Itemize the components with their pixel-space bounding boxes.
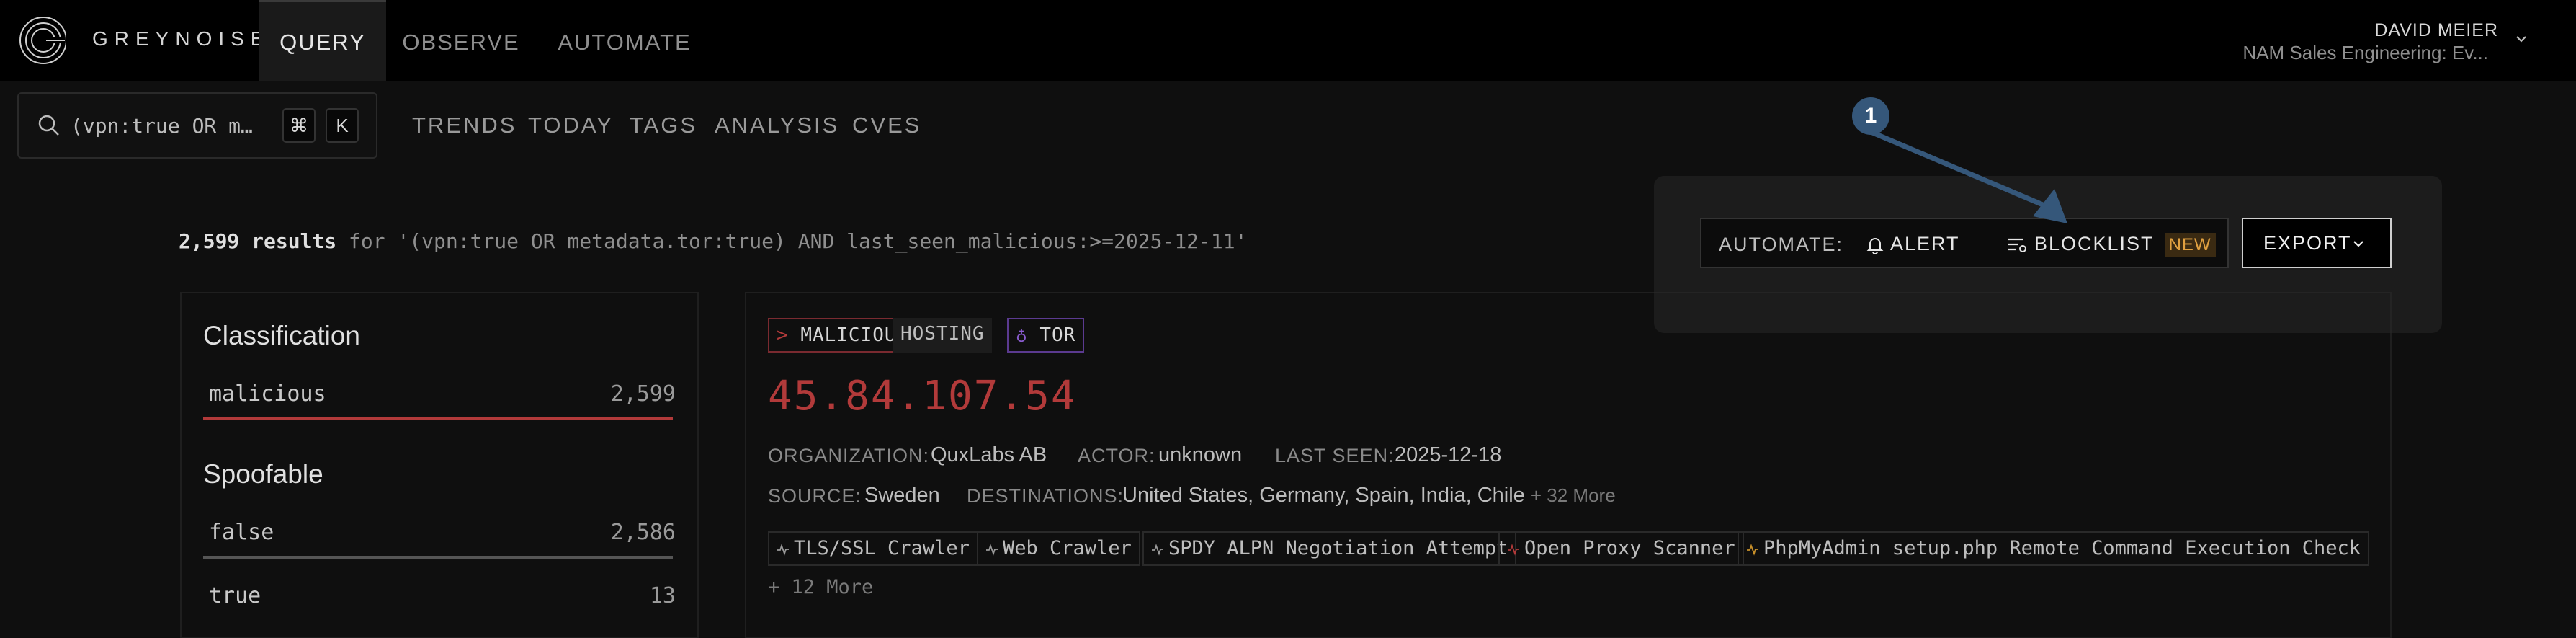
filter-bar-malicious	[203, 417, 673, 420]
list-filter-icon	[2008, 238, 2026, 252]
alert-button[interactable]: ALERT	[1866, 229, 1960, 258]
filter-panel: Classification malicious 2,599 Spoofable…	[180, 292, 699, 638]
filter-count-false: 2,586	[610, 520, 676, 545]
activity-tag-web-crawler[interactable]: Web Crawler	[977, 531, 1140, 566]
alert-button-label: ALERT	[1890, 233, 1960, 254]
activity-icon	[1747, 543, 1758, 556]
subnav-tags[interactable]: TAGS	[630, 112, 697, 138]
subnav-cves[interactable]: CVES	[852, 112, 921, 138]
step-number-badge: 1	[1852, 97, 1889, 135]
filter-heading-spoofable: Spoofable	[203, 459, 323, 489]
filter-row-malicious[interactable]: malicious	[209, 381, 326, 407]
blocklist-button-label: BLOCKLIST	[2034, 233, 2155, 254]
tor-icon: ♁	[1016, 324, 1028, 346]
filter-row-true[interactable]: true	[209, 583, 261, 608]
result-card[interactable]: > MALICIOUS HOSTING ♁ TOR 45.84.107.54 O…	[745, 292, 2392, 638]
activity-tag-label: SPDY ALPN Negotiation Attempt	[1168, 537, 1508, 559]
last-seen-key: LAST SEEN:	[1275, 445, 1395, 466]
source-value: Sweden	[864, 484, 940, 507]
tab-observe[interactable]: OBSERVE	[395, 0, 527, 81]
activity-icon	[1508, 543, 1519, 556]
subnav-trends[interactable]: TRENDS	[412, 112, 516, 138]
new-badge: NEW	[2164, 233, 2216, 257]
brand-name: GREYNOISE	[92, 27, 271, 50]
activity-tag-label: Open Proxy Scanner	[1524, 537, 1735, 559]
tag-tor-label: TOR	[1039, 324, 1076, 346]
tag-hosting: HOSTING	[893, 318, 992, 353]
user-name[interactable]: DAVID MEIER	[2374, 20, 2498, 41]
destinations-value: United States, Germany, Spain, India, Ch…	[1122, 484, 1616, 508]
user-org[interactable]: NAM Sales Engineering: Ev...	[2242, 42, 2488, 64]
organization-value: QuxLabs AB	[931, 443, 1047, 466]
greynoise-logo-icon[interactable]	[17, 13, 66, 66]
search-icon	[38, 115, 59, 136]
destinations-list: United States, Germany, Spain, India, Ch…	[1122, 484, 1525, 507]
results-query: for '(vpn:true OR metadata.tor:true) AND…	[336, 229, 1248, 253]
actor-key: ACTOR:	[1078, 445, 1155, 466]
destinations-key: DESTINATIONS:	[967, 485, 1124, 507]
subnav-analysis[interactable]: ANALYSIS	[715, 112, 839, 138]
filter-count-malicious: 2,599	[610, 381, 676, 407]
activity-tag-open-proxy-scanner[interactable]: Open Proxy Scanner	[1498, 531, 1744, 566]
chevron-right-icon: >	[777, 324, 789, 346]
activity-icon	[777, 543, 789, 556]
activity-tag-spdy-alpn[interactable]: SPDY ALPN Negotiation Attempt	[1142, 531, 1517, 566]
subnav-today[interactable]: TODAY	[528, 112, 614, 138]
organization-key: ORGANIZATION:	[768, 445, 930, 466]
last-seen-value: 2025-12-18	[1395, 443, 1502, 466]
activity-tag-label: PhpMyAdmin setup.php Remote Command Exec…	[1763, 537, 2361, 559]
results-count: 2,599 results	[179, 229, 337, 253]
top-nav: GREYNOISE QUERY OBSERVE AUTOMATE DAVID M…	[0, 0, 2576, 81]
activity-tag-label: TLS/SSL Crawler	[794, 537, 970, 559]
activity-tag-tls-ssl-crawler[interactable]: TLS/SSL Crawler	[768, 531, 978, 566]
destinations-more-link[interactable]: + 32 More	[1531, 484, 1616, 506]
activity-tag-phpmyadmin[interactable]: PhpMyAdmin setup.php Remote Command Exec…	[1738, 531, 2370, 566]
actor-value: unknown	[1158, 443, 1243, 466]
ip-address[interactable]: 45.84.107.54	[768, 373, 1077, 420]
filter-count-true: 13	[649, 583, 676, 608]
tab-automate[interactable]: AUTOMATE	[549, 0, 700, 81]
more-tags-link[interactable]: + 12 More	[768, 576, 873, 598]
results-summary: 2,599 results for '(vpn:true OR metadata…	[179, 229, 1247, 253]
source-key: SOURCE:	[768, 485, 862, 507]
export-button-label: EXPORT	[2263, 232, 2352, 254]
chevron-down-icon	[2353, 241, 2363, 247]
shortcut-key-cmd: ⌘	[282, 108, 316, 143]
activity-icon	[1152, 543, 1163, 556]
tab-query[interactable]: QUERY	[259, 0, 386, 81]
automate-label: AUTOMATE:	[1719, 234, 1844, 255]
filter-row-false[interactable]: false	[209, 520, 274, 545]
filter-bar-false	[203, 556, 673, 559]
search-bar[interactable]: (vpn:true OR m… ⌘ K	[17, 92, 377, 159]
activity-tag-label: Web Crawler	[1003, 537, 1132, 559]
chevron-down-icon[interactable]	[2514, 32, 2528, 46]
filter-heading-classification: Classification	[203, 321, 360, 350]
activity-icon	[986, 543, 998, 556]
export-button[interactable]: EXPORT	[2242, 218, 2392, 268]
search-input[interactable]: (vpn:true OR m…	[71, 114, 253, 138]
blocklist-button[interactable]: BLOCKLIST NEW	[2007, 229, 2216, 258]
shortcut-key-k: K	[326, 108, 359, 143]
bell-icon	[1866, 237, 1884, 254]
tag-tor: ♁ TOR	[1007, 318, 1085, 353]
tag-malicious-label: MALICIOUS	[800, 324, 909, 346]
